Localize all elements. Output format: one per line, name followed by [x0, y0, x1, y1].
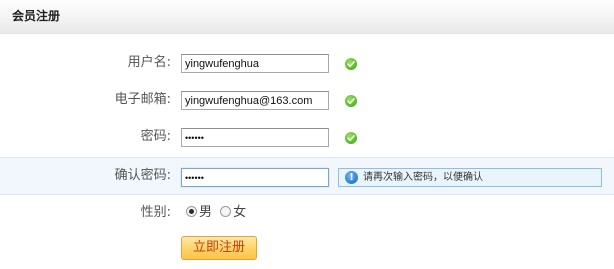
confirm-password-hint: ! 请再次输入密码，以便确认: [338, 168, 602, 187]
password-label: 密码:: [140, 129, 171, 144]
password-row: 密码: ••••••: [0, 120, 614, 156]
gender-male-label: 男: [199, 205, 213, 220]
gender-radio-group: 男 女: [186, 205, 250, 221]
gender-female-label: 女: [233, 205, 247, 220]
page-title: 会员注册: [12, 9, 61, 23]
gender-option-female[interactable]: 女: [220, 205, 246, 221]
hint-text: 请再次输入密码，以便确认: [363, 172, 483, 183]
confirm-password-label: 确认密码:: [114, 168, 171, 183]
email-row: 电子邮箱: yingwufenghua@163.com: [0, 83, 614, 119]
register-button[interactable]: 立即注册: [181, 236, 257, 260]
radio-male[interactable]: [186, 206, 197, 217]
gender-label: 性别:: [140, 205, 171, 220]
gender-row: 性别: 男 女: [0, 196, 614, 232]
check-icon: [345, 95, 357, 107]
radio-female[interactable]: [220, 206, 232, 217]
username-label: 用户名:: [127, 55, 171, 70]
gender-option-male[interactable]: 男: [186, 205, 212, 221]
confirm-password-row: 确认密码: •••••• ! 请再次输入密码，以便确认: [0, 157, 614, 195]
email-label: 电子邮箱:: [114, 92, 171, 107]
check-icon: [345, 132, 357, 144]
username-input[interactable]: yingwufenghua: [181, 54, 329, 73]
check-icon: [345, 58, 357, 70]
password-input[interactable]: ••••••: [181, 128, 329, 147]
info-icon: !: [345, 171, 358, 184]
email-input[interactable]: yingwufenghua@163.com: [181, 91, 329, 110]
confirm-password-input[interactable]: ••••••: [181, 168, 329, 187]
username-row: 用户名: yingwufenghua: [0, 46, 614, 82]
panel-header: 会员注册: [0, 0, 614, 34]
